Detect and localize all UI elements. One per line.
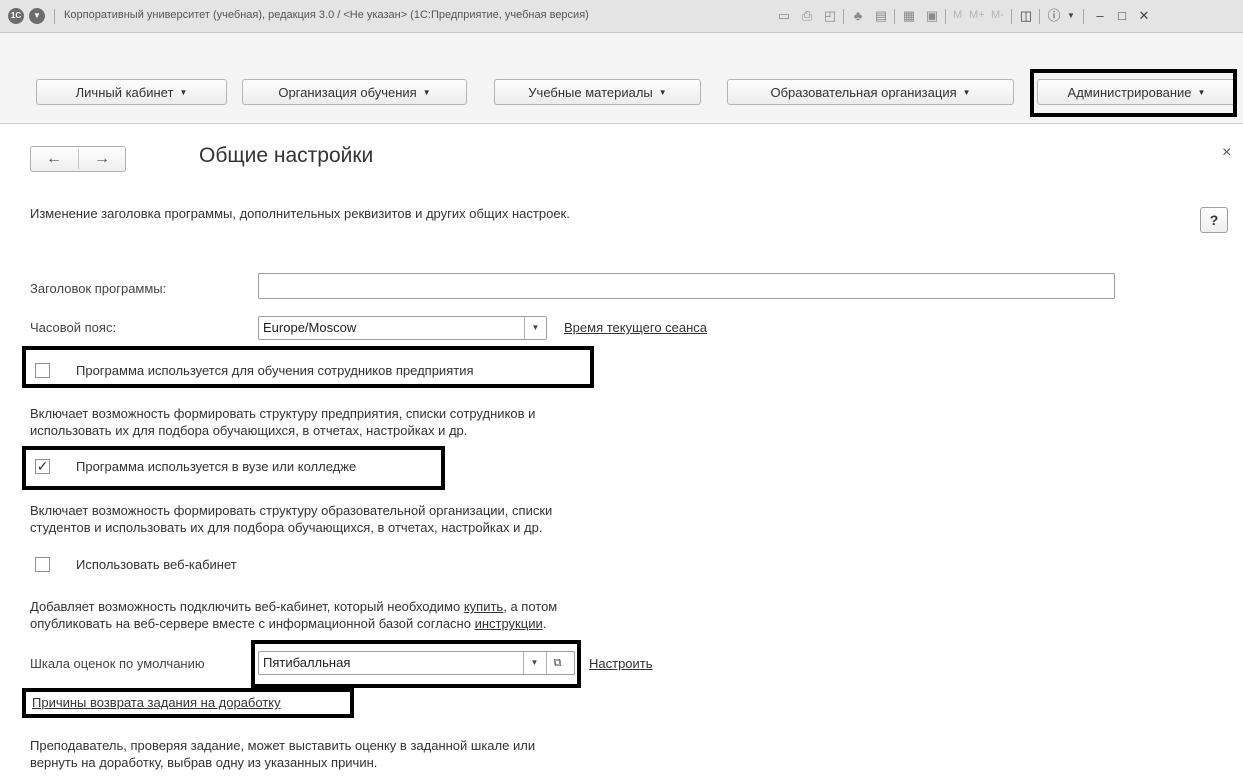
memory-m-button[interactable]: M <box>953 9 962 21</box>
memory-minus-button[interactable]: M- <box>991 9 1004 21</box>
employees-checkbox[interactable] <box>35 363 50 378</box>
panels-icon[interactable]: ◫ <box>1018 8 1034 24</box>
dropdown-arrow-icon: ▼ <box>422 87 431 97</box>
calculator-icon[interactable]: ▦ <box>901 8 917 24</box>
close-icon[interactable]: × <box>1222 144 1231 162</box>
page-description: Изменение заголовка программы, дополните… <box>30 206 570 221</box>
checkmark-icon: ✓ <box>36 458 49 474</box>
maximize-icon[interactable]: □ <box>1114 8 1130 24</box>
highlight-frame <box>1030 69 1237 117</box>
section-training-organization[interactable]: Организация обучения ▼ <box>242 79 467 105</box>
separator <box>1039 9 1040 24</box>
memory-plus-button[interactable]: M+ <box>969 9 985 21</box>
window-close-icon[interactable]: ✕ <box>1136 8 1152 24</box>
return-hint-line-2: вернуть на доработку, выбрав одну из ука… <box>30 755 378 770</box>
navigation-buttons: ← → <box>30 146 126 172</box>
open-icon[interactable]: ⧉ <box>546 652 568 674</box>
main-menu-icon[interactable]: ▼ <box>29 8 45 24</box>
calendar-icon[interactable]: ▣ <box>924 8 940 24</box>
hint-text: Добавляет возможность подключить веб-каб… <box>30 599 464 614</box>
back-arrow-icon[interactable]: ← <box>31 147 77 171</box>
page-title: Общие настройки <box>199 144 374 167</box>
configure-link[interactable]: Настроить <box>589 656 653 671</box>
separator <box>843 9 844 24</box>
college-checkbox-label[interactable]: Программа используется в вузе или коллед… <box>76 459 356 474</box>
separator <box>1011 9 1012 24</box>
college-hint-line-2: студентов и использовать их для подбора … <box>30 520 543 535</box>
minimize-icon[interactable]: – <box>1092 8 1108 24</box>
section-label: Личный кабинет <box>75 85 174 100</box>
section-educational-organization[interactable]: Образовательная организация ▼ <box>727 79 1014 105</box>
session-time-link[interactable]: Время текущего сеанса <box>564 320 707 335</box>
separator <box>945 9 946 24</box>
dropdown-arrow-icon[interactable]: ▼ <box>524 317 546 339</box>
employees-hint-line-1: Включает возможность формировать структу… <box>30 406 536 421</box>
program-title-label: Заголовок программы: <box>30 281 167 296</box>
separator <box>894 9 895 24</box>
college-hint-line-1: Включает возможность формировать структу… <box>30 503 553 518</box>
info-icon[interactable]: ⓘ <box>1046 8 1062 24</box>
grade-scale-label: Шкала оценок по умолчанию <box>30 656 205 671</box>
dropdown-arrow-icon: ▼ <box>179 87 188 97</box>
employees-hint-line-2: использовать их для подбора обучающихся,… <box>30 423 468 438</box>
webcab-checkbox[interactable] <box>35 557 50 572</box>
attach-icon[interactable]: ▤ <box>873 8 889 24</box>
college-checkbox[interactable]: ✓ <box>35 459 50 474</box>
app-logo-icon[interactable]: 1С <box>8 8 24 24</box>
instructions-link[interactable]: инструкции <box>475 616 543 631</box>
window-title: Корпоративный университет (учебная), ред… <box>64 9 589 21</box>
users-icon[interactable]: ♣ <box>850 8 866 24</box>
dropdown-arrow-icon[interactable]: ▼ <box>523 652 545 674</box>
section-personal-cabinet[interactable]: Личный кабинет ▼ <box>36 79 227 105</box>
preview-icon[interactable]: ◰ <box>822 8 838 24</box>
print-icon[interactable]: ⎙ <box>799 8 815 24</box>
return-hint-line-1: Преподаватель, проверяя задание, может в… <box>30 738 536 753</box>
return-reasons-link[interactable]: Причины возврата задания на доработку <box>32 695 281 710</box>
program-title-input[interactable] <box>258 273 1115 299</box>
section-label: Учебные материалы <box>528 85 653 100</box>
separator <box>1083 9 1084 24</box>
separator <box>54 9 55 24</box>
section-learning-materials[interactable]: Учебные материалы ▼ <box>494 79 701 105</box>
hint-text: опубликовать на веб-сервере вместе с инф… <box>30 616 475 631</box>
timezone-value: Europe/Moscow <box>263 320 357 335</box>
webcab-hint-line-2: опубликовать на веб-сервере вместе с инф… <box>30 615 546 632</box>
section-label: Образовательная организация <box>770 85 957 100</box>
save-icon[interactable]: ▭ <box>776 8 792 24</box>
help-button[interactable]: ? <box>1200 207 1228 233</box>
hint-text: , а потом <box>503 599 558 614</box>
section-label: Организация обучения <box>278 85 417 100</box>
timezone-label: Часовой пояс: <box>30 320 117 335</box>
info-dropdown-icon[interactable]: ▼ <box>1063 8 1079 24</box>
grade-scale-value: Пятибалльная <box>263 655 351 670</box>
webcab-checkbox-label[interactable]: Использовать веб-кабинет <box>76 557 237 572</box>
hint-text: . <box>542 616 547 631</box>
dropdown-arrow-icon: ▼ <box>658 87 667 97</box>
employees-checkbox-label[interactable]: Программа используется для обучения сотр… <box>76 363 474 378</box>
forward-arrow-icon[interactable]: → <box>79 147 125 171</box>
buy-link[interactable]: купить <box>464 599 503 614</box>
grade-scale-select[interactable]: Пятибалльная ▼ ⧉ <box>258 651 575 675</box>
webcab-hint-line-1: Добавляет возможность подключить веб-каб… <box>30 598 557 615</box>
dropdown-arrow-icon: ▼ <box>962 87 971 97</box>
timezone-select[interactable]: Europe/Moscow ▼ <box>258 316 547 340</box>
